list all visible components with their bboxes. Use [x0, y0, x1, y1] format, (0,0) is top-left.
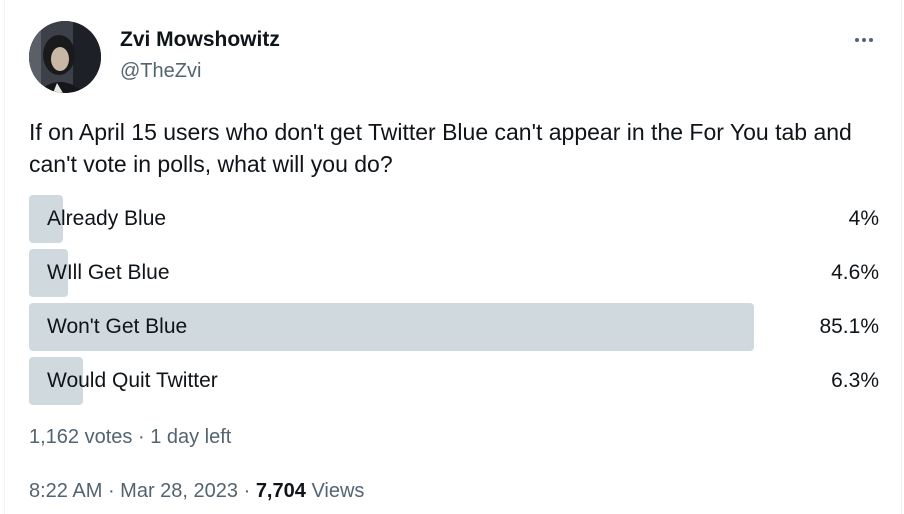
author-name[interactable]: Zvi Mowshowitz: [120, 28, 280, 52]
more-horizontal-icon: [869, 38, 873, 42]
views-count[interactable]: 7,704: [256, 480, 306, 502]
poll-option-label: Already Blue: [47, 207, 167, 230]
separator: ·: [132, 426, 151, 448]
more-horizontal-icon: [855, 38, 859, 42]
poll-option-percent: 6.3%: [831, 369, 879, 392]
views-label[interactable]: Views: [311, 480, 364, 502]
avatar-image: [29, 21, 101, 93]
tweet-time[interactable]: 8:22 AM: [29, 480, 102, 502]
tweet-meta: 8:22 AM · Mar 28, 2023 · 7,704 Views: [29, 480, 364, 503]
tweet-date[interactable]: Mar 28, 2023: [120, 480, 238, 502]
more-options-button[interactable]: [848, 30, 880, 50]
avatar[interactable]: [29, 21, 101, 93]
poll-option-percent: 85.1%: [819, 315, 879, 338]
tweet-text: If on April 15 users who don't get Twitt…: [29, 119, 852, 177]
separator: ·: [238, 480, 256, 502]
poll-option-percent: 4.6%: [831, 261, 879, 284]
more-horizontal-icon: [862, 38, 866, 42]
poll-option-label: WIll Get Blue: [47, 261, 170, 284]
poll-option: Won't Get Blue 85.1%: [29, 303, 881, 351]
poll-option: Would Quit Twitter 6.3%: [29, 357, 881, 405]
poll-time-left: 1 day left: [150, 426, 232, 448]
poll: Already Blue 4% WIll Get Blue 4.6% Won't…: [29, 195, 881, 411]
poll-votes: 1,162 votes: [29, 426, 133, 448]
poll-meta: 1,162 votes · 1 day left: [29, 426, 231, 449]
poll-option-percent: 4%: [848, 207, 879, 230]
poll-option-label: Won't Get Blue: [47, 315, 188, 338]
poll-option: Already Blue 4%: [29, 195, 881, 243]
poll-option-label: Would Quit Twitter: [47, 369, 218, 392]
separator: ·: [102, 480, 121, 502]
author-handle[interactable]: @TheZvi: [120, 60, 201, 83]
poll-option: WIll Get Blue 4.6%: [29, 249, 881, 297]
